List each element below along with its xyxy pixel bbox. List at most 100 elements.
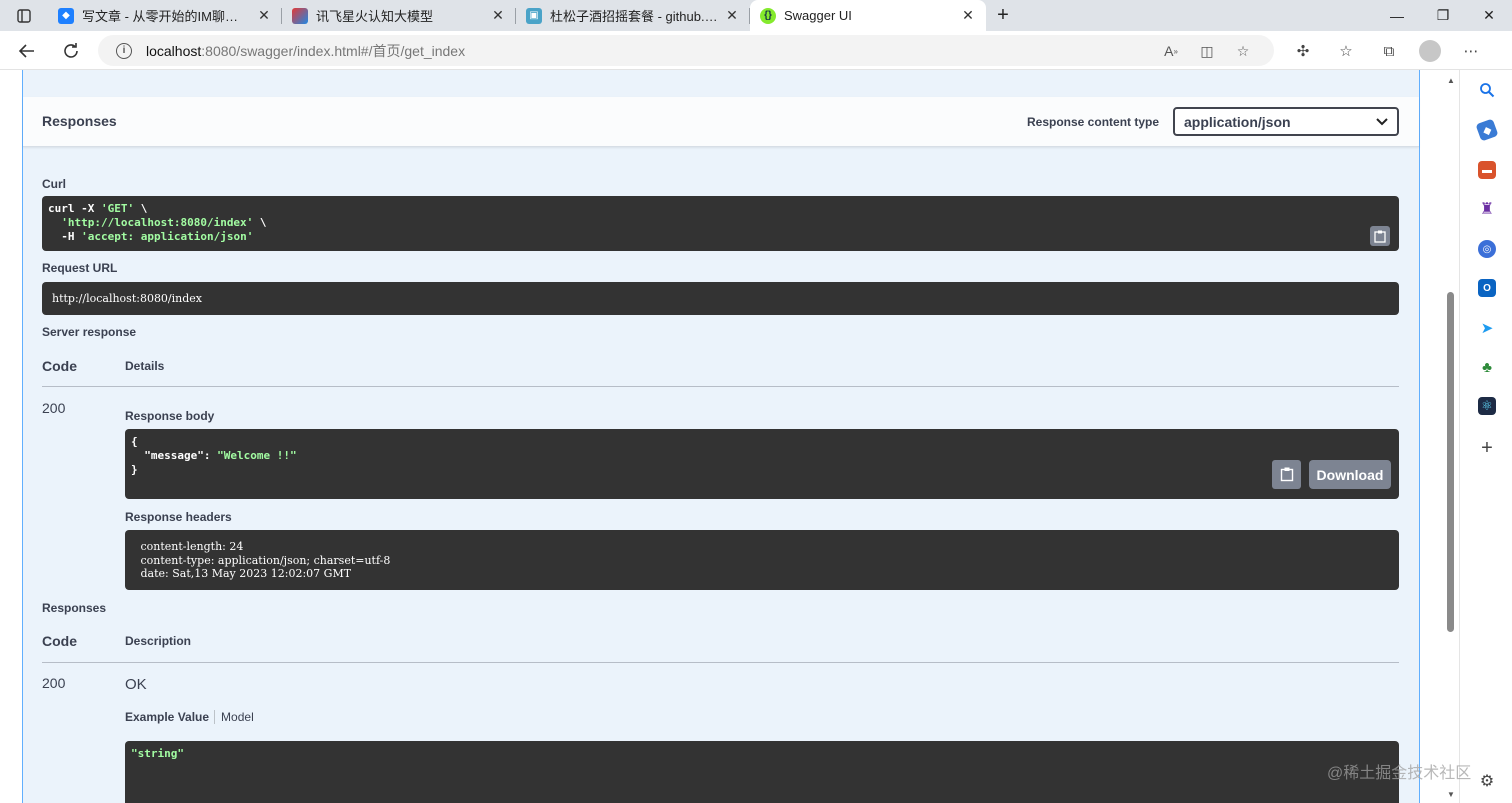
details-column-header: Details bbox=[125, 359, 165, 373]
add-favorite-icon[interactable]: ☆ bbox=[1234, 42, 1252, 60]
address-url[interactable]: localhost:8080/swagger/index.html#/首页/ge… bbox=[146, 41, 465, 61]
responses-title: Responses bbox=[42, 113, 117, 129]
profile-avatar[interactable] bbox=[1419, 40, 1441, 62]
add-sidebar-app-icon[interactable]: + bbox=[1478, 437, 1496, 459]
copy-curl-button[interactable] bbox=[1370, 226, 1390, 246]
close-tab-icon[interactable]: ✕ bbox=[960, 7, 976, 24]
response-headers-label: Response headers bbox=[125, 510, 232, 524]
scroll-down-arrow-icon[interactable]: ▼ bbox=[1447, 790, 1455, 799]
tab-model[interactable]: Model bbox=[215, 710, 254, 724]
games-chess-icon[interactable]: ♜ bbox=[1478, 200, 1496, 218]
close-window-icon[interactable]: ✕ bbox=[1466, 0, 1512, 31]
request-url-label: Request URL bbox=[42, 261, 118, 275]
xinghuo-favicon-icon bbox=[292, 7, 308, 24]
collections-icon[interactable]: ⧉ bbox=[1376, 38, 1402, 64]
url-path: :8080/swagger/index.html#/首页/get_index bbox=[201, 42, 466, 59]
response-headers-text: content-length: 24 content-type: applica… bbox=[137, 540, 1387, 581]
header-divider bbox=[42, 662, 1399, 663]
tab-title: 讯飞星火认知大模型 bbox=[316, 9, 434, 24]
search-icon[interactable] bbox=[1478, 81, 1496, 99]
sidebar-settings-gear-icon[interactable]: ⚙ bbox=[1478, 772, 1496, 790]
code-column-header: Code bbox=[42, 358, 77, 374]
new-tab-button[interactable]: + bbox=[986, 0, 1020, 31]
header-line: content-type: application/json; charset=… bbox=[137, 553, 394, 567]
response-content-type-select[interactable]: application/json bbox=[1173, 107, 1399, 136]
code-column-header: Code bbox=[42, 633, 77, 649]
close-tab-icon[interactable]: ✕ bbox=[256, 7, 272, 24]
window-controls: — ❐ ✕ bbox=[1374, 0, 1512, 31]
example-model-tabs: Example Value Model bbox=[125, 710, 254, 724]
clipboard-icon bbox=[1374, 230, 1386, 243]
header-divider bbox=[42, 386, 1399, 387]
header-line: content-length: 24 bbox=[137, 540, 247, 553]
response-body-box: { "message": "Welcome !!" } Download bbox=[125, 429, 1399, 499]
browser-tab-1[interactable]: ◆ 写文章 - 从零开始的IM聊天系统 ✕ bbox=[48, 0, 282, 31]
tab-actions-button[interactable] bbox=[0, 0, 48, 31]
header-line: date: Sat,13 May 2023 12:02:07 GMT bbox=[137, 567, 355, 580]
clipboard-icon bbox=[1280, 467, 1293, 482]
watermark: @稀土掘金技术社区 bbox=[1327, 765, 1472, 782]
juejin-favicon-icon: ◆ bbox=[58, 7, 74, 24]
edge-sidebar: ◆ ▬ ♜ ◎ O ➤ ♣ ⚛ + ⚙ bbox=[1459, 70, 1512, 803]
tab-title: 杜松子酒招摇套餐 - github.com/ bbox=[550, 9, 718, 24]
operation-block-get: Responses Response content type applicat… bbox=[22, 70, 1420, 803]
browser-tab-4-active[interactable]: {} Swagger UI ✕ bbox=[750, 0, 986, 31]
curl-command-box: curl -X 'GET' \ 'http://localhost:8080/i… bbox=[42, 196, 1399, 251]
back-icon[interactable] bbox=[14, 38, 40, 64]
tab-actions-icon bbox=[17, 8, 31, 23]
swagger-page: Responses Response content type applicat… bbox=[0, 70, 1442, 803]
more-menu-icon[interactable]: ⋯ bbox=[1458, 38, 1484, 64]
close-tab-icon[interactable]: ✕ bbox=[724, 7, 740, 24]
response-content-type-label: Response content type bbox=[1027, 115, 1160, 129]
responses-header: Responses Response content type applicat… bbox=[23, 97, 1419, 147]
restore-icon[interactable]: ❐ bbox=[1420, 0, 1466, 31]
request-url-value: http://localhost:8080/index bbox=[52, 292, 202, 305]
browser-toolbar: i localhost:8080/swagger/index.html#/首页/… bbox=[0, 31, 1512, 70]
copy-response-button[interactable] bbox=[1272, 460, 1301, 489]
site-info-icon[interactable]: i bbox=[116, 42, 132, 59]
request-url-box: http://localhost:8080/index bbox=[42, 282, 1399, 315]
microsoft-365-icon[interactable]: ◎ bbox=[1478, 240, 1496, 258]
scrollbar-thumb[interactable] bbox=[1447, 292, 1454, 632]
description-column-header: Description bbox=[125, 634, 192, 648]
response-body-json: { "message": "Welcome !!" } bbox=[131, 435, 297, 476]
read-aloud-icon[interactable]: A» bbox=[1162, 42, 1180, 60]
send-arrow-icon[interactable]: ➤ bbox=[1478, 319, 1496, 337]
selected-content-type: application/json bbox=[1184, 113, 1291, 130]
documented-status-code: 200 bbox=[42, 675, 66, 691]
response-headers-box: content-length: 24 content-type: applica… bbox=[125, 530, 1399, 590]
refresh-icon[interactable] bbox=[58, 38, 84, 64]
tab-title: 写文章 - 从零开始的IM聊天系统 bbox=[82, 9, 250, 24]
browser-tab-2[interactable]: 讯飞星火认知大模型 ✕ bbox=[282, 0, 516, 31]
url-host: localhost bbox=[146, 42, 202, 59]
download-button[interactable]: Download bbox=[1309, 460, 1391, 489]
browser-tab-bar: ◆ 写文章 - 从零开始的IM聊天系统 ✕ 讯飞星火认知大模型 ✕ ▣ 杜松子酒… bbox=[0, 0, 1512, 31]
example-value-box: "string" bbox=[125, 741, 1399, 803]
tab-example-value[interactable]: Example Value bbox=[125, 710, 216, 724]
page-scrollbar[interactable]: ▲ ▼ bbox=[1443, 70, 1459, 803]
minimize-icon[interactable]: — bbox=[1374, 0, 1420, 31]
responses-table-label: Responses bbox=[42, 601, 107, 615]
swagger-favicon-icon: {} bbox=[760, 7, 776, 24]
address-bar[interactable]: i localhost:8080/swagger/index.html#/首页/… bbox=[98, 35, 1274, 66]
react-atom-icon[interactable]: ⚛ bbox=[1478, 397, 1496, 415]
tree-icon[interactable]: ♣ bbox=[1478, 358, 1496, 376]
response-body-label: Response body bbox=[125, 409, 215, 423]
close-tab-icon[interactable]: ✕ bbox=[490, 7, 506, 24]
split-screen-icon[interactable]: ◫ bbox=[1198, 42, 1216, 60]
extensions-icon[interactable]: ✣ bbox=[1290, 38, 1316, 64]
server-response-label: Server response bbox=[42, 325, 137, 339]
tools-briefcase-icon[interactable]: ▬ bbox=[1478, 161, 1496, 179]
outlook-icon[interactable]: O bbox=[1478, 279, 1496, 297]
chevron-down-icon bbox=[1376, 117, 1388, 125]
curl-command-text: curl -X 'GET' \ 'http://localhost:8080/i… bbox=[48, 202, 267, 243]
tab-title: Swagger UI bbox=[784, 8, 852, 23]
curl-label: Curl bbox=[42, 177, 66, 191]
browser-tab-3[interactable]: ▣ 杜松子酒招摇套餐 - github.com/ ✕ bbox=[516, 0, 750, 31]
shopping-tag-icon[interactable]: ◆ bbox=[1475, 118, 1499, 142]
response-description: OK bbox=[125, 676, 147, 693]
example-value-text: "string" bbox=[131, 747, 184, 760]
scroll-up-arrow-icon[interactable]: ▲ bbox=[1447, 76, 1455, 85]
favorites-icon[interactable]: ☆ bbox=[1333, 38, 1359, 64]
github-repo-favicon-icon: ▣ bbox=[526, 7, 542, 24]
